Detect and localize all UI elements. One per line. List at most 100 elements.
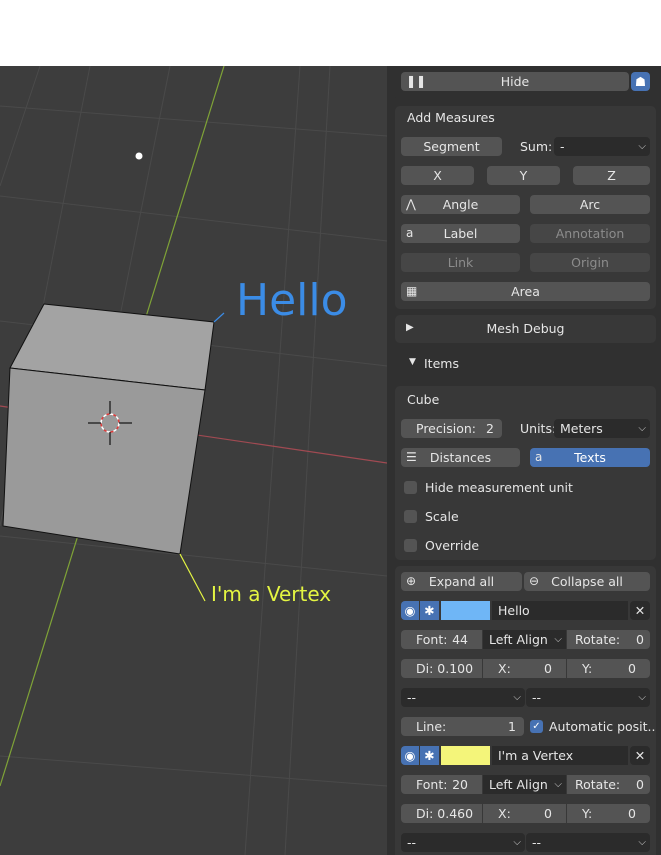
- distances-icon: ☰: [406, 450, 417, 464]
- x-offset-field[interactable]: X: 0: [483, 659, 566, 678]
- 3d-viewport[interactable]: Hello I'm a Vertex: [0, 66, 387, 855]
- minus-circle-icon: ⊖: [529, 574, 540, 588]
- viewport-scene: Hello I'm a Vertex: [0, 66, 387, 855]
- text-name-field[interactable]: I'm a Vertex: [492, 746, 628, 765]
- di-value: Di: 0.460: [416, 806, 474, 821]
- override-checkbox[interactable]: [404, 539, 417, 552]
- precision-field[interactable]: Precision: 2: [401, 419, 502, 438]
- collapse-triangle-icon: ▼: [409, 357, 416, 367]
- target-dropdown-a[interactable]: -- ⌵: [401, 688, 525, 707]
- align-value: Left Align: [489, 632, 548, 647]
- angle-button[interactable]: ⋀ Angle: [401, 195, 520, 214]
- line-value: 1: [508, 719, 516, 734]
- hello-annotation[interactable]: Hello: [236, 275, 348, 326]
- visibility-toggle[interactable]: ◉: [401, 601, 419, 620]
- font-size-field[interactable]: Font: 44: [401, 630, 482, 649]
- x-button[interactable]: X: [401, 166, 474, 185]
- x-label: X:: [498, 806, 511, 821]
- align-value: Left Align: [489, 777, 548, 792]
- texts-tab[interactable]: a Texts: [530, 448, 650, 467]
- plus-circle-icon: ⊕: [406, 574, 417, 588]
- target-dropdown-b[interactable]: -- ⌵: [526, 688, 650, 707]
- font-size-field[interactable]: Font: 20: [401, 775, 482, 794]
- check-icon: ✓: [532, 721, 541, 732]
- x-offset-field[interactable]: X: 0: [483, 804, 566, 823]
- align-dropdown[interactable]: Left Align ⌵: [483, 630, 566, 649]
- cube-object[interactable]: [2, 303, 215, 555]
- settings-toggle[interactable]: ✱: [420, 746, 439, 765]
- target-a-value: --: [407, 690, 417, 705]
- settings-toggle[interactable]: ✱: [420, 601, 439, 620]
- arc-button[interactable]: Arc: [530, 195, 650, 214]
- distance-field[interactable]: Di: 0.100: [401, 659, 482, 678]
- text-name-value: I'm a Vertex: [498, 748, 574, 763]
- expand-all-button[interactable]: ⊕ Expand all: [401, 572, 522, 591]
- y-value: 0: [628, 806, 636, 821]
- text-name-field[interactable]: Hello: [492, 601, 628, 620]
- delete-text-button[interactable]: ✕: [630, 746, 650, 765]
- link-button[interactable]: Link: [401, 253, 520, 272]
- annotation-button[interactable]: Annotation: [530, 224, 650, 243]
- eye-icon: ◉: [404, 603, 416, 618]
- y-offset-field[interactable]: Y: 0: [567, 804, 650, 823]
- mesh-debug-header[interactable]: ▶ Mesh Debug: [395, 315, 656, 343]
- y-label: Y:: [582, 806, 593, 821]
- vertex-leader-line: [179, 553, 206, 602]
- items-header[interactable]: ▼ Items: [395, 352, 656, 376]
- ghost-toggle-button[interactable]: ☗: [631, 72, 650, 91]
- collapse-all-button[interactable]: ⊖ Collapse all: [524, 572, 650, 591]
- visibility-toggle[interactable]: ◉: [401, 746, 419, 765]
- segment-button[interactable]: Segment: [401, 137, 502, 156]
- sum-dropdown[interactable]: - ⌵: [554, 137, 650, 156]
- y-offset-field[interactable]: Y: 0: [567, 659, 650, 678]
- measureit-panel: ❚❚ Hide ☗ Add Measures Segment Sum: - ⌵ …: [387, 66, 661, 855]
- close-icon: ✕: [634, 603, 646, 618]
- text-color-swatch[interactable]: [441, 746, 490, 765]
- y-value: 0: [628, 661, 636, 676]
- label-button[interactable]: a Label: [401, 224, 520, 243]
- auto-position-label: Automatic posit..: [549, 719, 656, 734]
- distances-label: Distances: [429, 450, 492, 465]
- font-label: Font:: [416, 777, 448, 792]
- di-value: Di: 0.100: [416, 661, 474, 676]
- align-dropdown[interactable]: Left Align ⌵: [483, 775, 566, 794]
- area-button[interactable]: ▦ Area: [401, 282, 650, 301]
- chevron-down-icon: ⌵: [513, 692, 521, 703]
- rotate-value: 0: [636, 632, 644, 647]
- hide-unit-checkbox[interactable]: [404, 481, 417, 494]
- close-icon: ✕: [634, 748, 646, 763]
- origin-button[interactable]: Origin: [530, 253, 650, 272]
- target-dropdown-a[interactable]: -- ⌵: [401, 833, 525, 852]
- add-measures-box: Add Measures Segment Sum: - ⌵ X Y Z ⋀ An…: [395, 106, 656, 309]
- hide-button[interactable]: ❚❚ Hide: [401, 72, 629, 91]
- distance-field[interactable]: Di: 0.460: [401, 804, 482, 823]
- chevron-down-icon: ⌵: [638, 837, 646, 848]
- sum-value: -: [560, 139, 565, 154]
- expand-all-label: Expand all: [428, 574, 495, 589]
- grid-icon: ▦: [406, 284, 418, 298]
- chevron-down-icon: ⌵: [554, 634, 562, 645]
- target-a-value: --: [407, 835, 417, 850]
- rotate-field[interactable]: Rotate: 0: [567, 775, 650, 794]
- cube-title: Cube: [407, 392, 440, 407]
- z-button[interactable]: Z: [573, 166, 650, 185]
- add-measures-title: Add Measures: [407, 110, 495, 125]
- rotate-field[interactable]: Rotate: 0: [567, 630, 650, 649]
- rotate-label: Rotate:: [575, 632, 621, 647]
- distances-tab[interactable]: ☰ Distances: [401, 448, 520, 467]
- delete-text-button[interactable]: ✕: [630, 601, 650, 620]
- y-button[interactable]: Y: [487, 166, 560, 185]
- scale-checkbox[interactable]: [404, 510, 417, 523]
- units-dropdown[interactable]: Meters ⌵: [554, 419, 650, 438]
- collapse-all-label: Collapse all: [551, 574, 623, 589]
- font-value: 20: [452, 777, 468, 792]
- texts-label: Texts: [574, 450, 606, 465]
- line-field[interactable]: Line: 1: [401, 717, 524, 736]
- units-label: Units:: [520, 421, 557, 436]
- override-label: Override: [425, 538, 480, 553]
- auto-position-checkbox[interactable]: ✓: [530, 720, 543, 733]
- vertex-annotation[interactable]: I'm a Vertex: [211, 582, 331, 606]
- target-dropdown-b[interactable]: -- ⌵: [526, 833, 650, 852]
- text-color-swatch[interactable]: [441, 601, 490, 620]
- chevron-down-icon: ⌵: [638, 423, 646, 434]
